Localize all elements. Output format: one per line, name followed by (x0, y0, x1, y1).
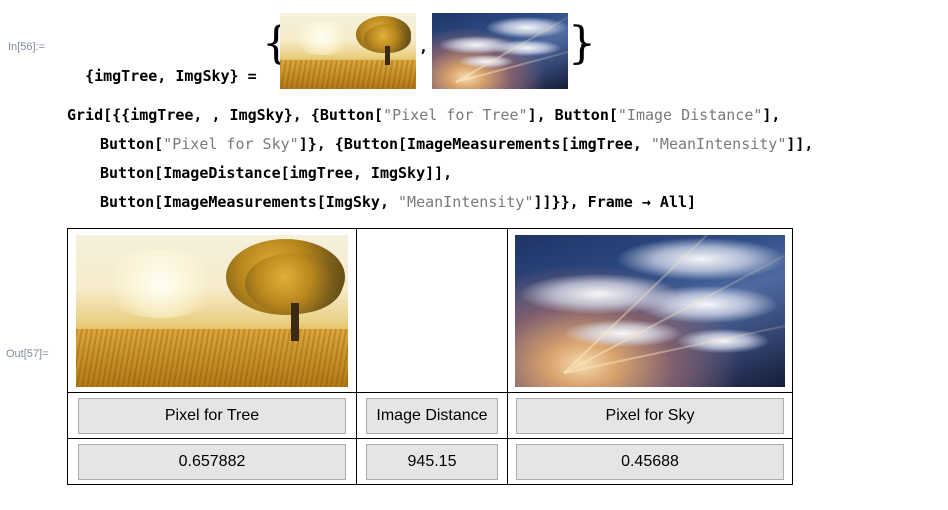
assignment-suffix: ,; (578, 38, 588, 56)
in-56-label: In[56]:= (8, 41, 46, 53)
out-57-label: Out[57]= (6, 348, 49, 360)
pixel-for-tree-button[interactable]: Pixel for Tree (78, 397, 346, 434)
grid-code-line-4[interactable]: Button[ImageMeasurements[ImgSky, "MeanIn… (100, 188, 696, 217)
img-assignment-line[interactable]: {imgTree, ImgSky} = (67, 33, 266, 91)
sky-thumbnail-image[interactable] (432, 13, 568, 89)
output-grid: Pixel for Tree Image Distance Pixel for … (67, 228, 793, 485)
sky-mean-intensity-button[interactable]: 0.45688 (516, 443, 784, 480)
grid-code-line-2[interactable]: Button["Pixel for Sky"]}, {Button[ImageM… (100, 130, 813, 159)
grid-cell-tree-image (67, 228, 357, 393)
grid-cell-sky-image (507, 228, 793, 393)
pixel-for-sky-button[interactable]: Pixel for Sky (516, 397, 784, 434)
tree-output-image[interactable] (76, 234, 348, 387)
image-distance-button[interactable]: Image Distance (366, 397, 498, 434)
assignment-comma: , (419, 38, 429, 56)
assignment-prefix: {imgTree, ImgSky} = (85, 67, 266, 85)
tree-mean-intensity-button[interactable]: 0.657882 (78, 443, 346, 480)
tree-thumbnail-image[interactable] (280, 13, 416, 89)
grid-code-line-1[interactable]: Grid[{{imgTree, , ImgSky}, {Button["Pixe… (67, 101, 780, 130)
grid-code-line-3[interactable]: Button[ImageDistance[imgTree, ImgSky]], (100, 159, 452, 188)
sky-output-image[interactable] (515, 234, 785, 387)
image-distance-value-button[interactable]: 945.15 (366, 443, 498, 480)
grid-cell-empty (356, 228, 508, 393)
